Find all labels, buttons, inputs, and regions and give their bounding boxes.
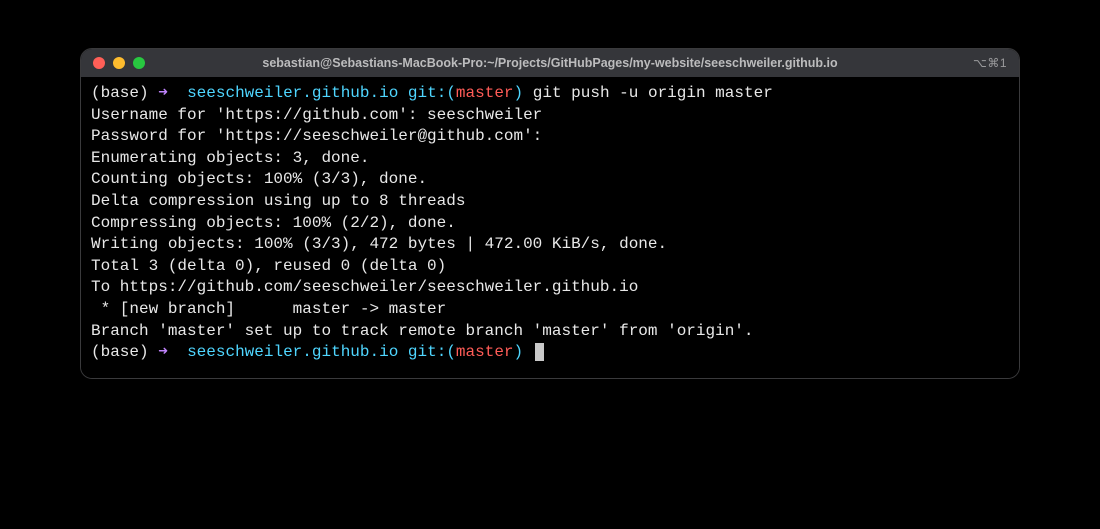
output-line: Writing objects: 100% (3/3), 472 bytes |…	[91, 234, 1009, 256]
git-branch: master	[456, 343, 514, 361]
titlebar: sebastian@Sebastians-MacBook-Pro:~/Proje…	[81, 49, 1019, 77]
prompt-arrow-icon: ➜	[158, 343, 168, 361]
traffic-lights	[93, 57, 145, 69]
prompt-arrow-icon: ➜	[158, 84, 168, 102]
git-branch: master	[456, 84, 514, 102]
output-line: Branch 'master' set up to track remote b…	[91, 321, 1009, 343]
zoom-icon[interactable]	[133, 57, 145, 69]
terminal-body[interactable]: (base) ➜ seeschweiler.github.io git:(mas…	[81, 77, 1019, 378]
paren-open: (	[446, 343, 456, 361]
conda-env: (base)	[91, 343, 149, 361]
output-line: To https://github.com/seeschweiler/seesc…	[91, 277, 1009, 299]
git-label: git:	[408, 343, 446, 361]
prompt-line-2: (base) ➜ seeschweiler.github.io git:(mas…	[91, 342, 1009, 364]
output-line: Delta compression using up to 8 threads	[91, 191, 1009, 213]
window-title: sebastian@Sebastians-MacBook-Pro:~/Proje…	[81, 56, 1019, 70]
git-label: git:	[408, 84, 446, 102]
output-line: Total 3 (delta 0), reused 0 (delta 0)	[91, 256, 1009, 278]
paren-open: (	[446, 84, 456, 102]
output-line: Compressing objects: 100% (2/2), done.	[91, 213, 1009, 235]
terminal-window: sebastian@Sebastians-MacBook-Pro:~/Proje…	[80, 48, 1020, 379]
output-line: Username for 'https://github.com': seesc…	[91, 105, 1009, 127]
conda-env: (base)	[91, 84, 149, 102]
output-line: Enumerating objects: 3, done.	[91, 148, 1009, 170]
close-icon[interactable]	[93, 57, 105, 69]
prompt-line-1: (base) ➜ seeschweiler.github.io git:(mas…	[91, 83, 1009, 105]
output-line: * [new branch] master -> master	[91, 299, 1009, 321]
cursor-icon	[535, 343, 544, 361]
cwd: seeschweiler.github.io	[187, 84, 398, 102]
paren-close: )	[514, 343, 524, 361]
command-text: git push -u origin master	[533, 84, 773, 102]
output-line: Password for 'https://seeschweiler@githu…	[91, 126, 1009, 148]
tab-indicator: ⌥⌘1	[973, 56, 1007, 70]
minimize-icon[interactable]	[113, 57, 125, 69]
output-line: Counting objects: 100% (3/3), done.	[91, 169, 1009, 191]
paren-close: )	[514, 84, 524, 102]
cwd: seeschweiler.github.io	[187, 343, 398, 361]
